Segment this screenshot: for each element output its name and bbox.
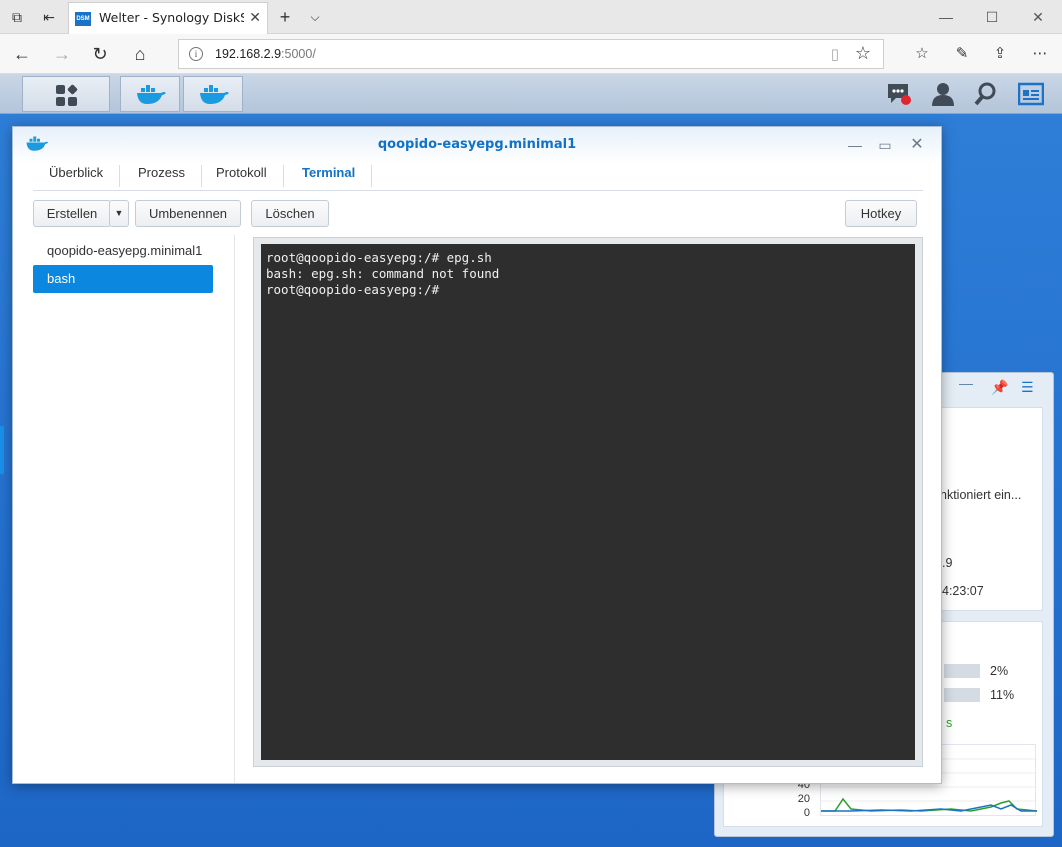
- close-window-icon[interactable]: ✕: [1018, 6, 1058, 28]
- reading-view-icon[interactable]: ▯: [831, 45, 839, 63]
- favorite-star-icon[interactable]: ☆: [855, 43, 871, 64]
- chart-y-tick: 0: [803, 807, 810, 819]
- widgets-icon[interactable]: [1018, 82, 1044, 106]
- ram-percent: 11%: [990, 688, 1015, 702]
- docker-taskbar-button-1[interactable]: [120, 76, 180, 112]
- new-tab-icon[interactable]: +: [276, 8, 294, 26]
- set-aside-tabs-icon[interactable]: ⇤: [40, 8, 58, 26]
- url-path: :5000/: [281, 47, 316, 61]
- delete-button[interactable]: Löschen: [251, 200, 329, 227]
- maximize-icon[interactable]: ☐: [972, 6, 1012, 28]
- terminal-line: root@qoopido-easyepg:/#: [266, 282, 440, 297]
- server-ip-fragment: .9: [942, 556, 953, 570]
- browser-tab-title: Welter - Synology DiskStation: [99, 10, 244, 25]
- tab-manager-icon[interactable]: ⧉: [8, 8, 26, 26]
- hotkey-button[interactable]: Hotkey: [845, 200, 917, 227]
- notifications-chat-icon[interactable]: [886, 82, 912, 106]
- url-host: 192.168.2.9: [215, 47, 282, 61]
- forward-icon[interactable]: →: [50, 43, 74, 65]
- main-menu-icon: [56, 84, 78, 107]
- window-tabs: Überblick Prozess Protokoll Terminal: [33, 160, 923, 191]
- terminal-line: bash: epg.sh: command not found: [266, 266, 500, 281]
- url-field[interactable]: i 192.168.2.9:5000/ ▯ ☆: [178, 39, 884, 69]
- minimize-icon[interactable]: —: [926, 6, 966, 28]
- health-status-text: nktioniert ein...: [940, 488, 1022, 502]
- window-minimize-icon[interactable]: —: [845, 136, 865, 154]
- home-icon[interactable]: ⌂: [128, 43, 152, 65]
- refresh-icon[interactable]: ↻: [88, 43, 112, 65]
- docker-whale-icon: [137, 85, 166, 104]
- widget-settings-icon[interactable]: ☰: [1021, 379, 1034, 396]
- docker-whale-icon: [200, 85, 229, 104]
- tab-list-chevron-icon[interactable]: ⌵: [306, 8, 324, 26]
- back-icon[interactable]: ←: [10, 43, 34, 65]
- uptime-fragment: 4:23:07: [942, 584, 984, 598]
- terminal-output[interactable]: root@qoopido-easyepg:/# epg.sh bash: epg.…: [261, 244, 915, 760]
- widget-pin-icon[interactable]: 📌: [991, 379, 1008, 396]
- window-close-icon[interactable]: ✕: [907, 136, 927, 154]
- main-menu-button[interactable]: [22, 76, 110, 112]
- cpu-bar: [944, 664, 980, 678]
- container-window: qoopido-easyepg.minimal1 — ▭ ✕ Überblick…: [12, 126, 942, 784]
- terminal-frame: root@qoopido-easyepg:/# epg.sh bash: epg.…: [253, 237, 923, 767]
- session-group-label[interactable]: qoopido-easyepg.minimal1: [33, 237, 213, 265]
- terminal-line: root@qoopido-easyepg:/# epg.sh: [266, 250, 492, 265]
- user-icon[interactable]: [930, 82, 956, 106]
- address-bar: ← → ↻ ⌂ i 192.168.2.9:5000/ ▯ ☆ ☆ ✎ ⇪ ⋯: [0, 34, 1062, 74]
- session-list: qoopido-easyepg.minimal1 bash: [13, 235, 235, 783]
- dsm-taskbar: [0, 74, 1062, 114]
- cpu-percent: 2%: [990, 664, 1009, 678]
- tab-overview[interactable]: Überblick: [33, 165, 121, 187]
- share-icon[interactable]: ⇪: [988, 43, 1012, 65]
- create-button[interactable]: Erstellen: [33, 200, 111, 227]
- more-icon[interactable]: ⋯: [1028, 43, 1052, 65]
- session-item-bash[interactable]: bash: [33, 265, 213, 293]
- tab-log[interactable]: Protokoll: [200, 165, 284, 187]
- create-dropdown-chevron-icon[interactable]: ▼: [109, 200, 129, 227]
- browser-tab-bar: ⧉ ⇤ DSM Welter - Synology DiskStation ✕ …: [0, 0, 1062, 34]
- ram-bar: [944, 688, 980, 702]
- chart-y-tick: 20: [797, 793, 810, 805]
- widget-minimize-icon[interactable]: —: [959, 375, 973, 391]
- rename-button[interactable]: Umbenennen: [135, 200, 241, 227]
- favorites-hub-icon[interactable]: ☆: [910, 43, 934, 65]
- network-label: s: [946, 716, 953, 730]
- desktop-edge-marker: [0, 426, 4, 474]
- window-maximize-icon[interactable]: ▭: [875, 136, 895, 154]
- tab-terminal[interactable]: Terminal: [286, 165, 373, 187]
- docker-taskbar-button-2[interactable]: [183, 76, 243, 112]
- window-title: qoopido-easyepg.minimal1: [377, 137, 577, 152]
- close-tab-icon[interactable]: ✕: [249, 9, 261, 26]
- tab-process[interactable]: Prozess: [122, 165, 202, 187]
- search-icon[interactable]: [974, 82, 1000, 106]
- dsm-favicon-icon: DSM: [75, 12, 91, 26]
- web-note-icon[interactable]: ✎: [950, 43, 974, 65]
- browser-tab-active[interactable]: DSM Welter - Synology DiskStation ✕: [68, 2, 268, 34]
- site-info-icon[interactable]: i: [189, 47, 203, 61]
- window-header: qoopido-easyepg.minimal1 — ▭ ✕: [13, 127, 941, 163]
- url-text: 192.168.2.9:5000/: [215, 47, 316, 61]
